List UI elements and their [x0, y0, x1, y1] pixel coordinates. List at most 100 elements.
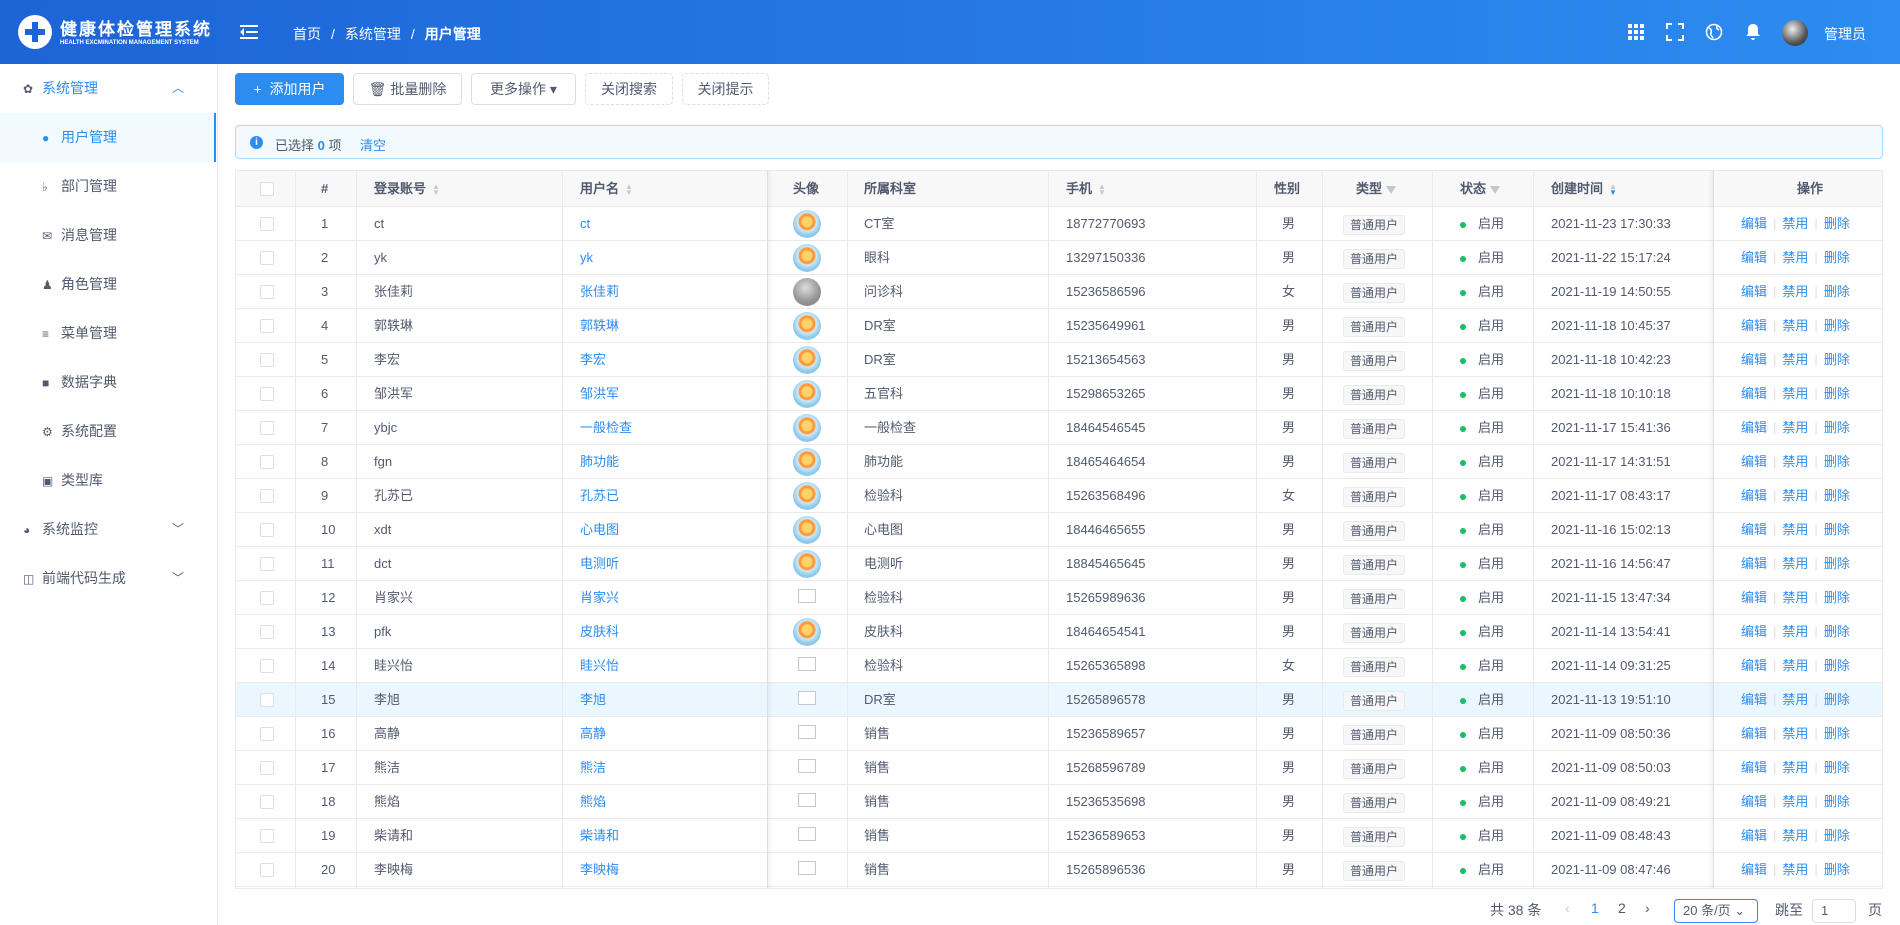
edit-link[interactable]: 编辑: [1741, 658, 1767, 673]
delete-link[interactable]: 删除: [1824, 488, 1850, 503]
edit-link[interactable]: 编辑: [1741, 828, 1767, 843]
filter-icon[interactable]: [1386, 185, 1397, 194]
disable-link[interactable]: 禁用: [1782, 318, 1808, 333]
row-checkbox[interactable]: [260, 285, 274, 299]
disable-link[interactable]: 禁用: [1782, 624, 1808, 639]
select-all-checkbox[interactable]: [260, 182, 274, 196]
col-type[interactable]: 类型: [1356, 171, 1397, 206]
page-size-select[interactable]: 20 条/页 ⌄: [1674, 899, 1758, 923]
user-avatar-image[interactable]: [793, 244, 821, 272]
delete-link[interactable]: 删除: [1824, 352, 1850, 367]
delete-link[interactable]: 删除: [1824, 250, 1850, 265]
row-checkbox[interactable]: [260, 727, 274, 741]
edit-link[interactable]: 编辑: [1741, 760, 1767, 775]
page-2[interactable]: 2: [1618, 900, 1626, 916]
disable-link[interactable]: 禁用: [1782, 590, 1808, 605]
close-search-button[interactable]: 关闭搜索: [585, 73, 673, 105]
cell-username-link[interactable]: 电测听: [580, 547, 619, 580]
row-checkbox[interactable]: [260, 659, 274, 673]
user-avatar-image[interactable]: [798, 827, 816, 841]
cell-username-link[interactable]: ct: [580, 207, 590, 240]
sidebar-item-type-library[interactable]: ▣ 类型库: [0, 456, 216, 505]
edit-link[interactable]: 编辑: [1741, 624, 1767, 639]
delete-link[interactable]: 删除: [1824, 828, 1850, 843]
disable-link[interactable]: 禁用: [1782, 386, 1808, 401]
table-row[interactable]: 7 ybjc 一般检查 一般检查 18464546545 男 普通用户 启用 2021-11-1…: [236, 411, 1882, 445]
user-avatar-image[interactable]: [793, 312, 821, 340]
sidebar-item-monitor[interactable]: ◕ 系统监控 ﹀: [0, 505, 216, 554]
user-avatar[interactable]: [1782, 20, 1808, 46]
user-avatar-image[interactable]: [798, 691, 816, 705]
cell-username-link[interactable]: 李宏: [580, 343, 606, 376]
row-checkbox[interactable]: [260, 353, 274, 367]
row-checkbox[interactable]: [260, 455, 274, 469]
cell-username-link[interactable]: 高静: [580, 717, 606, 750]
cell-username-link[interactable]: 邹洪军: [580, 377, 619, 410]
fullscreen-icon[interactable]: [1666, 23, 1684, 41]
sidebar-item-message[interactable]: ✉ 消息管理: [0, 211, 216, 260]
table-row[interactable]: 15 李旭 李旭 DR室 15265896578 男 普通用户 启用 2021-11-13 19…: [236, 683, 1882, 717]
add-user-button[interactable]: + 添加用户: [235, 73, 344, 105]
delete-link[interactable]: 删除: [1824, 420, 1850, 435]
user-name[interactable]: 管理员: [1824, 24, 1866, 44]
bell-icon[interactable]: [1744, 23, 1762, 41]
table-row[interactable]: 18 熊焰 熊焰 销售 15236535698 男 普通用户 启用 2021-11-09 08:…: [236, 785, 1882, 819]
edit-link[interactable]: 编辑: [1741, 556, 1767, 571]
table-row[interactable]: 3 张佳莉 张佳莉 问诊科 15236586596 女 普通用户 启用 2021-11-19 1…: [236, 275, 1882, 309]
user-avatar-image[interactable]: [798, 759, 816, 773]
delete-link[interactable]: 删除: [1824, 624, 1850, 639]
disable-link[interactable]: 禁用: [1782, 454, 1808, 469]
cell-username-link[interactable]: 心电图: [580, 513, 619, 546]
delete-link[interactable]: 删除: [1824, 522, 1850, 537]
table-row[interactable]: 14 眭兴怡 眭兴怡 检验科 15265365898 女 普通用户 启用 2021-11-14 …: [236, 649, 1882, 683]
disable-link[interactable]: 禁用: [1782, 760, 1808, 775]
disable-link[interactable]: 禁用: [1782, 250, 1808, 265]
sidebar-item-menu[interactable]: ≡ 菜单管理: [0, 309, 216, 358]
table-row[interactable]: 17 熊洁 熊洁 销售 15268596789 男 普通用户 启用 2021-11-09 08:…: [236, 751, 1882, 785]
col-username[interactable]: 用户名 ▲ ▼: [580, 171, 633, 206]
globe-icon[interactable]: [1705, 23, 1723, 41]
next-page-icon[interactable]: ›: [1645, 900, 1650, 916]
page-1[interactable]: 1: [1591, 900, 1599, 916]
row-checkbox[interactable]: [260, 421, 274, 435]
delete-link[interactable]: 删除: [1824, 658, 1850, 673]
cell-username-link[interactable]: 肺功能: [580, 445, 619, 478]
cell-username-link[interactable]: 孔苏已: [580, 479, 619, 512]
jump-page-input[interactable]: 1: [1812, 899, 1856, 923]
user-avatar-image[interactable]: [798, 793, 816, 807]
clear-selection-link[interactable]: 清空: [360, 135, 386, 154]
collapse-menu-icon[interactable]: [240, 25, 258, 40]
col-created[interactable]: 创建时间 ▲ ▼: [1551, 171, 1617, 206]
cell-username-link[interactable]: 熊洁: [580, 751, 606, 784]
user-avatar-image[interactable]: [793, 210, 821, 238]
sidebar-item-user-manage[interactable]: ● 用户管理: [0, 113, 216, 162]
cell-username-link[interactable]: 李映梅: [580, 853, 619, 886]
disable-link[interactable]: 禁用: [1782, 726, 1808, 741]
user-avatar-image[interactable]: [793, 448, 821, 476]
edit-link[interactable]: 编辑: [1741, 250, 1767, 265]
table-row[interactable]: 19 柴请和 柴请和 销售 15236589653 男 普通用户 启用 2021-11-09 0…: [236, 819, 1882, 853]
row-checkbox[interactable]: [260, 625, 274, 639]
cell-username-link[interactable]: yk: [580, 241, 593, 274]
sidebar-item-codegen[interactable]: ◫ 前端代码生成 ﹀: [0, 554, 216, 603]
user-avatar-image[interactable]: [798, 657, 816, 671]
sidebar-item-system-manage[interactable]: ✿ 系统管理 ︿: [0, 64, 216, 113]
edit-link[interactable]: 编辑: [1741, 590, 1767, 605]
disable-link[interactable]: 禁用: [1782, 488, 1808, 503]
cell-username-link[interactable]: 一般检查: [580, 411, 632, 444]
table-row[interactable]: 8 fgn 肺功能 肺功能 18465464654 男 普通用户 启用 2021-11-17 1…: [236, 445, 1882, 479]
cell-username-link[interactable]: 肖家兴: [580, 581, 619, 614]
disable-link[interactable]: 禁用: [1782, 862, 1808, 877]
cell-username-link[interactable]: 郭轶琳: [580, 309, 619, 342]
disable-link[interactable]: 禁用: [1782, 828, 1808, 843]
disable-link[interactable]: 禁用: [1782, 420, 1808, 435]
delete-link[interactable]: 删除: [1824, 692, 1850, 707]
edit-link[interactable]: 编辑: [1741, 488, 1767, 503]
edit-link[interactable]: 编辑: [1741, 352, 1767, 367]
edit-link[interactable]: 编辑: [1741, 794, 1767, 809]
breadcrumb-system[interactable]: 系统管理: [345, 26, 401, 42]
breadcrumb-home[interactable]: 首页: [293, 26, 321, 42]
col-phone[interactable]: 手机 ▲ ▼: [1066, 171, 1106, 206]
disable-link[interactable]: 禁用: [1782, 692, 1808, 707]
table-row[interactable]: 9 孔苏已 孔苏已 检验科 15263568496 女 普通用户 启用 2021-11-17 0…: [236, 479, 1882, 513]
